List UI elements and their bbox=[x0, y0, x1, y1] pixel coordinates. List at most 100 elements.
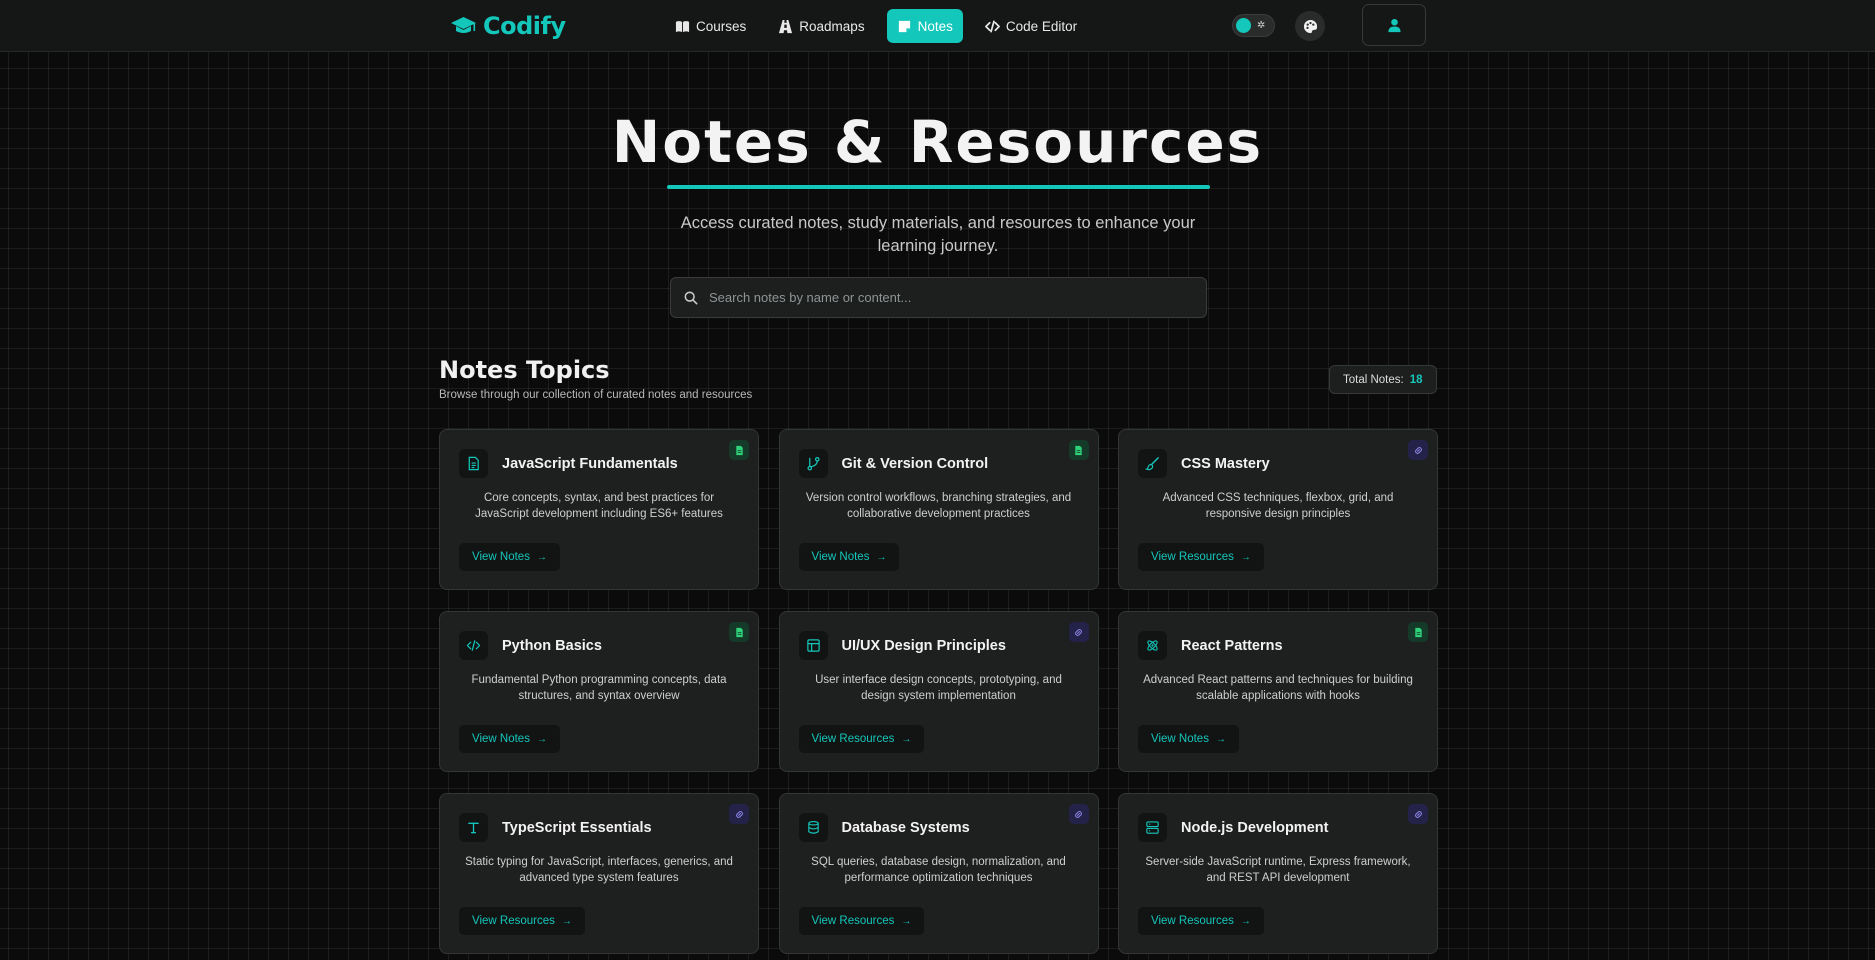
page-subtitle: Access curated notes, study materials, a… bbox=[680, 214, 1196, 255]
card-title: Python Basics bbox=[502, 637, 602, 654]
topic-card[interactable]: TypeScript Essentials Static typing for … bbox=[439, 793, 759, 954]
arrow-right-icon: → bbox=[1240, 915, 1251, 927]
nav-code-editor[interactable]: Code Editor bbox=[975, 9, 1087, 43]
database-icon bbox=[798, 813, 828, 842]
card-description: Static typing for JavaScript, interfaces… bbox=[465, 856, 733, 884]
type-icon bbox=[459, 813, 488, 842]
card-description: Fundamental Python programming concepts,… bbox=[471, 674, 727, 702]
topic-card[interactable]: CSS Mastery Advanced CSS techniques, fle… bbox=[1118, 429, 1438, 590]
section-subtitle: Browse through our collection of curated… bbox=[439, 389, 753, 401]
button-label: View Notes bbox=[472, 733, 530, 745]
topic-card[interactable]: Database Systems SQL queries, database d… bbox=[778, 793, 1099, 954]
button-label: View Notes bbox=[472, 551, 530, 563]
search-bar bbox=[670, 277, 1207, 318]
card-description: User interface design concepts, prototyp… bbox=[815, 674, 1062, 702]
view-notes-button[interactable]: View Notes → bbox=[459, 725, 560, 753]
notes-tag-icon bbox=[729, 622, 749, 642]
arrow-right-icon: → bbox=[901, 733, 912, 745]
nav-courses-label: Courses bbox=[696, 18, 747, 34]
topic-card[interactable]: React Patterns Advanced React patterns a… bbox=[1118, 611, 1438, 772]
view-notes-button[interactable]: View Notes → bbox=[1138, 725, 1239, 753]
view-resources-button[interactable]: View Resources → bbox=[1138, 907, 1264, 935]
nav-notes[interactable]: Notes bbox=[886, 9, 963, 43]
layout-icon bbox=[798, 631, 828, 660]
nav-links: Courses Roadmaps Notes Code Editor bbox=[665, 9, 1087, 43]
nav-roadmaps[interactable]: Roadmaps bbox=[768, 9, 874, 43]
view-notes-button[interactable]: View Notes → bbox=[459, 543, 560, 571]
arrow-right-icon: → bbox=[1215, 733, 1226, 745]
card-description: Advanced React patterns and techniques f… bbox=[1143, 674, 1413, 702]
theme-toggle[interactable]: ✲ bbox=[1232, 14, 1275, 37]
section-title: Notes Topics bbox=[439, 356, 610, 384]
link-tag-icon bbox=[1068, 804, 1089, 824]
view-resources-button[interactable]: View Resources → bbox=[1138, 543, 1264, 571]
notes-tag-icon bbox=[1408, 622, 1428, 642]
card-description: Server-side JavaScript runtime, Express … bbox=[1145, 856, 1411, 884]
nav-courses[interactable]: Courses bbox=[665, 9, 756, 43]
route-icon bbox=[779, 19, 793, 33]
card-title: JavaScript Fundamentals bbox=[502, 455, 678, 472]
sun-icon: ✲ bbox=[1257, 19, 1266, 31]
palette-button[interactable] bbox=[1295, 11, 1325, 41]
total-notes-label: Total Notes: bbox=[1343, 373, 1404, 386]
notes-grid: JavaScript Fundamentals Core concepts, s… bbox=[439, 429, 1438, 954]
arrow-right-icon: → bbox=[1240, 551, 1251, 563]
topic-card[interactable]: UI/UX Design Principles User interface d… bbox=[778, 611, 1099, 772]
arrow-right-icon: → bbox=[876, 551, 887, 563]
button-label: View Resources bbox=[811, 915, 895, 927]
link-tag-icon bbox=[1408, 440, 1428, 460]
git-branch-icon bbox=[798, 449, 828, 478]
palette-icon bbox=[1303, 19, 1317, 33]
title-underline bbox=[667, 185, 1210, 189]
paintbrush-icon bbox=[1138, 449, 1167, 478]
book-icon bbox=[675, 20, 690, 32]
file-text-icon bbox=[459, 449, 488, 478]
brand-logo[interactable]: Codify bbox=[450, 10, 566, 42]
button-label: View Resources bbox=[472, 915, 555, 927]
user-menu-button[interactable] bbox=[1362, 4, 1426, 46]
card-description: Core concepts, syntax, and best practice… bbox=[475, 492, 723, 520]
card-title: TypeScript Essentials bbox=[502, 819, 652, 836]
card-title: React Patterns bbox=[1181, 637, 1283, 654]
total-notes-badge: Total Notes: 18 bbox=[1329, 365, 1437, 394]
navbar: Codify Courses Roadmaps Notes Code Edito… bbox=[0, 0, 1875, 52]
card-title: UI/UX Design Principles bbox=[841, 637, 1006, 654]
button-label: View Resources bbox=[1151, 915, 1234, 927]
view-resources-button[interactable]: View Resources → bbox=[798, 725, 925, 753]
sticky-note-icon bbox=[898, 20, 910, 32]
notes-tag-icon bbox=[1068, 440, 1089, 460]
brand-name: Codify bbox=[483, 12, 566, 40]
button-label: View Resources bbox=[1151, 551, 1234, 563]
topic-card[interactable]: Git & Version Control Version control wo… bbox=[778, 429, 1099, 590]
graduation-cap-icon bbox=[451, 17, 476, 33]
card-title: Node.js Development bbox=[1181, 819, 1329, 836]
server-icon bbox=[1138, 813, 1167, 842]
nav-roadmaps-label: Roadmaps bbox=[799, 18, 865, 34]
topic-card[interactable]: Python Basics Fundamental Python program… bbox=[439, 611, 759, 772]
toggle-knob bbox=[1236, 18, 1251, 33]
link-tag-icon bbox=[1068, 622, 1089, 642]
total-notes-count: 18 bbox=[1409, 373, 1423, 386]
topic-card[interactable]: Node.js Development Server-side JavaScri… bbox=[1118, 793, 1438, 954]
search-input[interactable] bbox=[709, 290, 1206, 305]
button-label: View Notes bbox=[811, 551, 870, 563]
view-resources-button[interactable]: View Resources → bbox=[798, 907, 925, 935]
arrow-right-icon: → bbox=[901, 915, 912, 927]
arrow-right-icon: → bbox=[536, 551, 547, 563]
topic-card[interactable]: JavaScript Fundamentals Core concepts, s… bbox=[439, 429, 759, 590]
nav-notes-label: Notes bbox=[917, 18, 953, 34]
user-icon bbox=[1387, 18, 1401, 32]
notes-tag-icon bbox=[729, 440, 749, 460]
view-notes-button[interactable]: View Notes → bbox=[798, 543, 900, 571]
arrow-right-icon: → bbox=[561, 915, 572, 927]
code-icon bbox=[459, 631, 488, 660]
view-resources-button[interactable]: View Resources → bbox=[459, 907, 585, 935]
button-label: View Resources bbox=[811, 733, 895, 745]
nav-code-editor-label: Code Editor bbox=[1005, 18, 1078, 34]
atom-icon bbox=[1138, 631, 1167, 660]
card-title: CSS Mastery bbox=[1181, 455, 1270, 472]
card-description: Advanced CSS techniques, flexbox, grid, … bbox=[1162, 492, 1394, 520]
card-description: SQL queries, database design, normalizat… bbox=[811, 856, 1066, 884]
card-title: Database Systems bbox=[841, 819, 970, 836]
search-icon bbox=[684, 291, 698, 304]
